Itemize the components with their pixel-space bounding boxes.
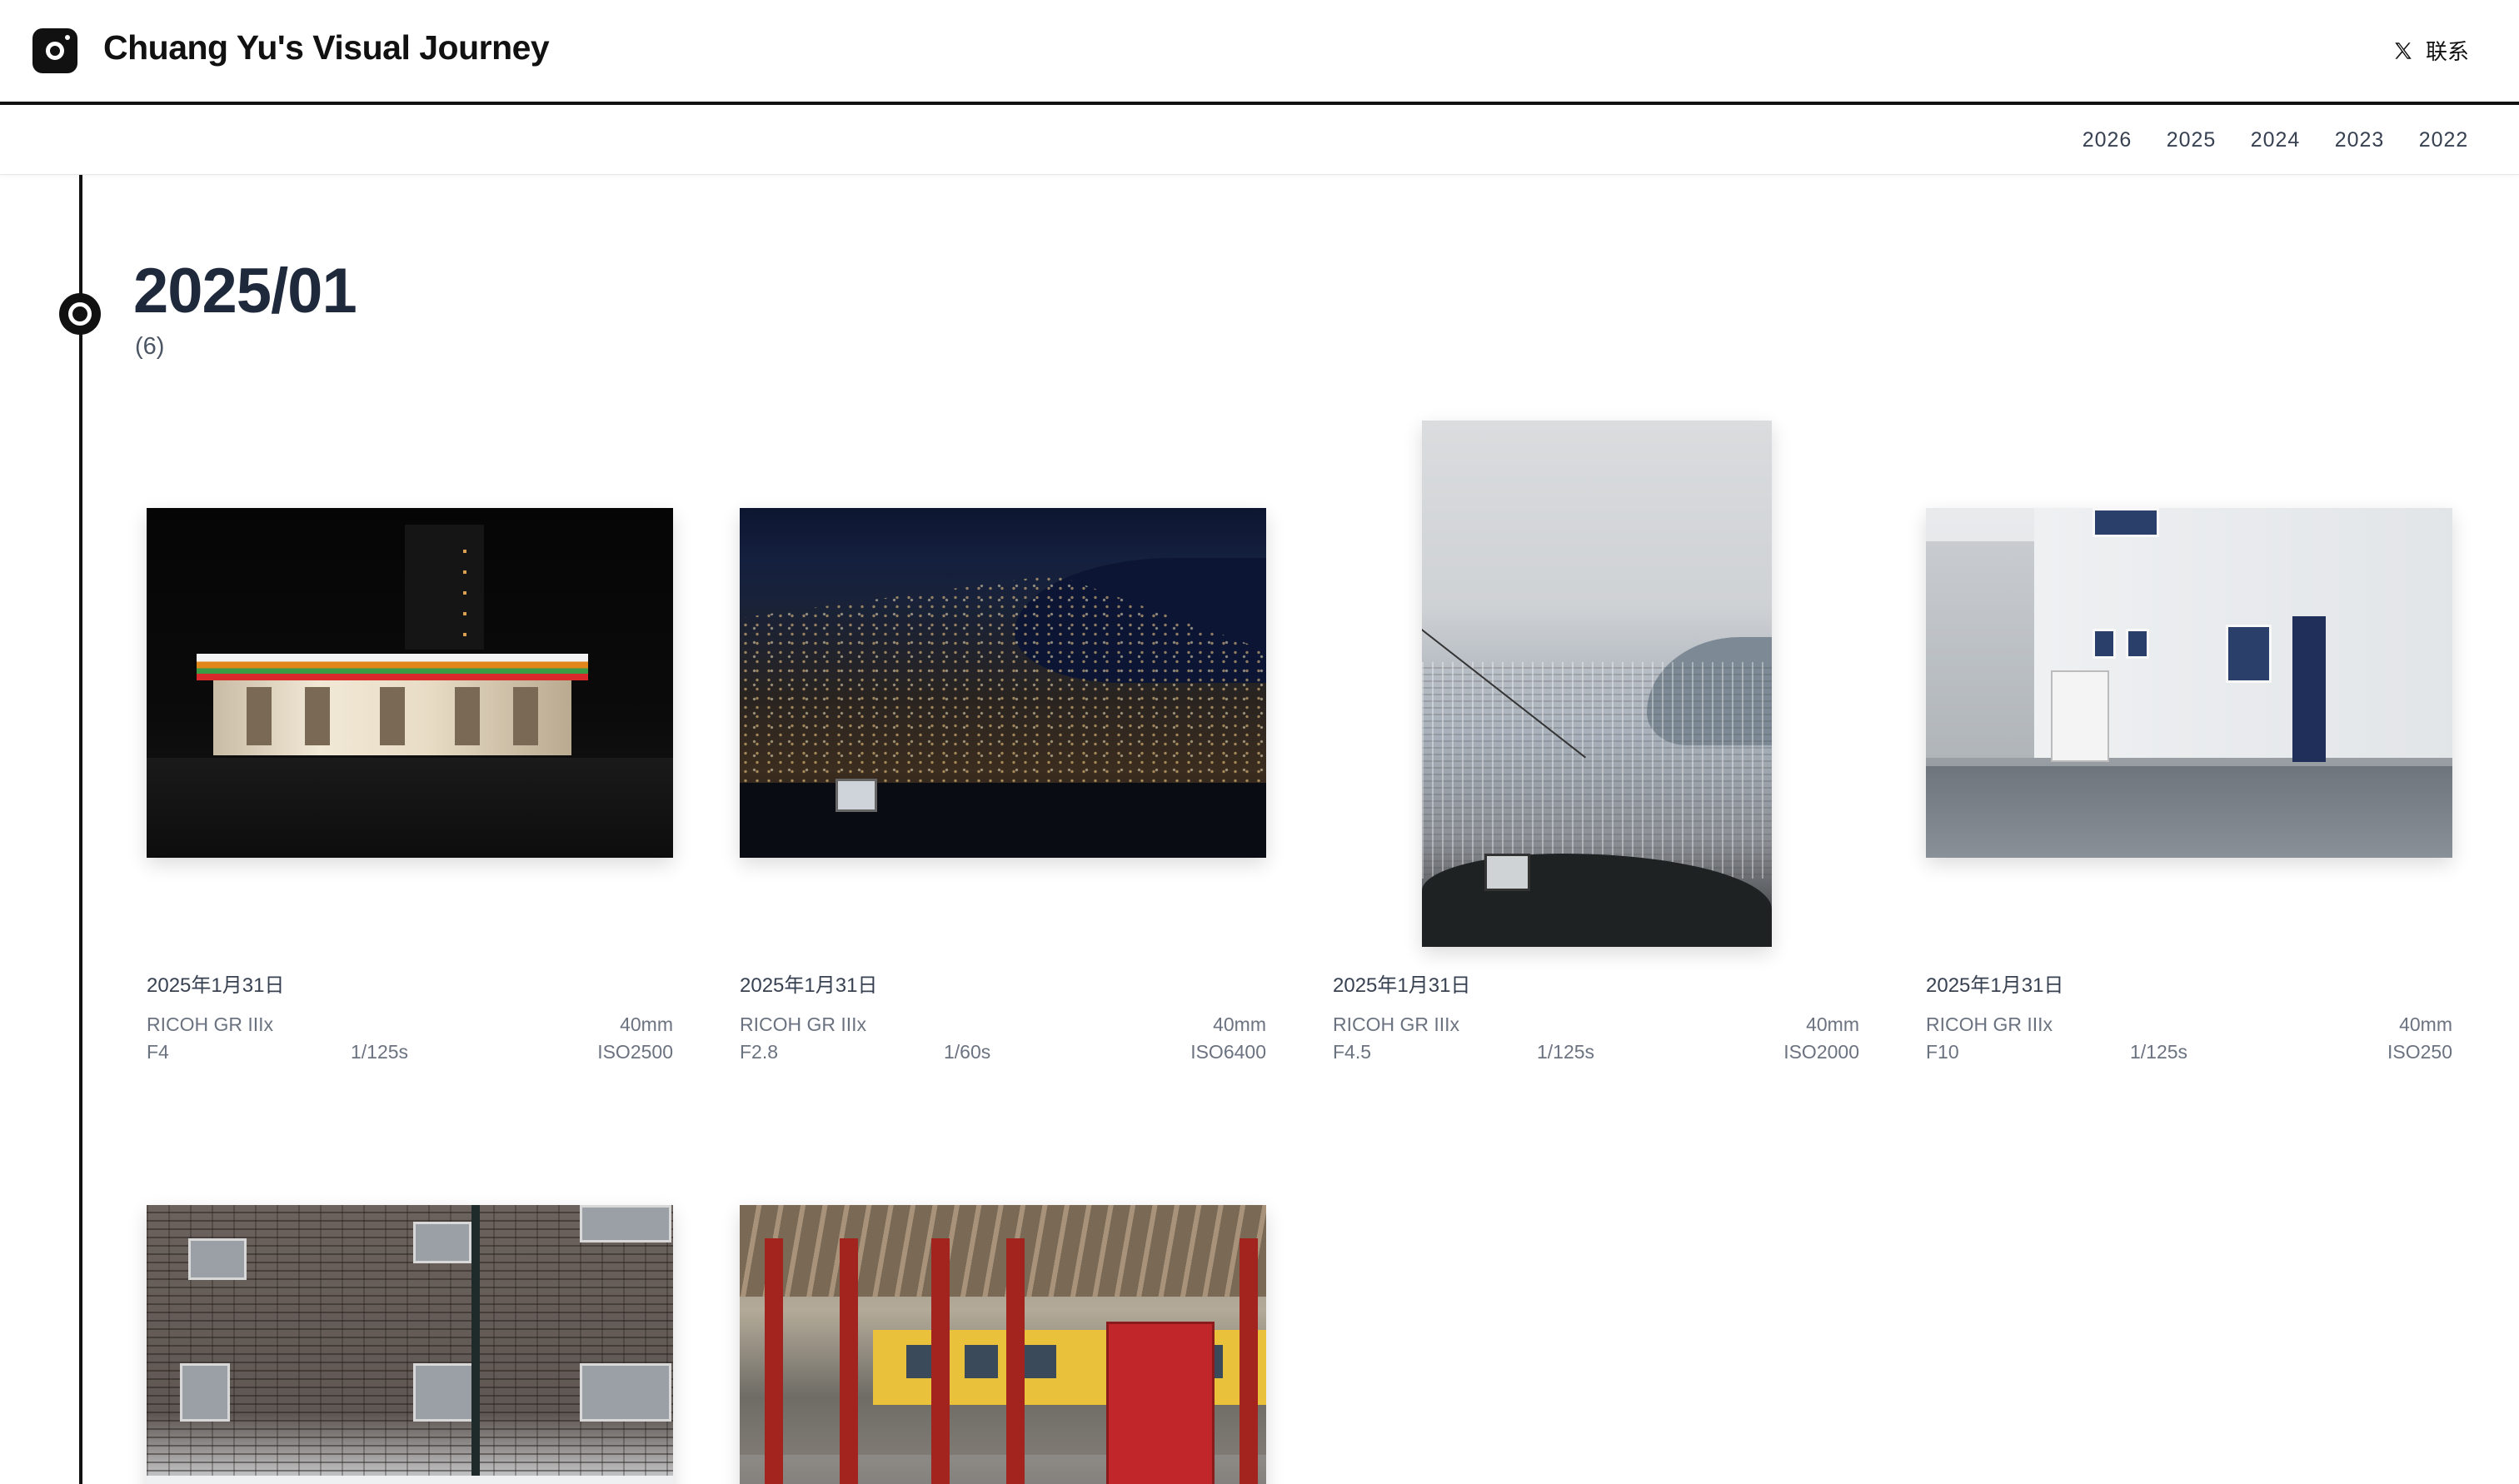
year-link-2024[interactable]: 2024 (2233, 128, 2317, 152)
photo-count: (6) (135, 333, 165, 360)
timeline-line (79, 175, 82, 1484)
photo-focal: 40mm (1213, 1013, 1266, 1035)
photo-date: 2025年1月31日 (1333, 974, 1471, 997)
photo-shutter: 1/125s (2130, 1041, 2188, 1063)
year-link-2025[interactable]: 2025 (2149, 128, 2233, 152)
photo-iso: ISO2500 (597, 1041, 673, 1063)
photo-brick-building[interactable] (147, 1205, 673, 1484)
x-logo-icon (2395, 42, 2412, 59)
site-title[interactable]: Chuang Yu's Visual Journey (103, 28, 550, 67)
photo-date: 2025年1月31日 (740, 974, 878, 997)
photo-focal: 40mm (1806, 1013, 1859, 1035)
photo-date: 2025年1月31日 (1926, 974, 2064, 997)
photo-white-building[interactable] (1926, 508, 2452, 858)
photo-shutter: 1/125s (351, 1041, 409, 1063)
photo-camera: RICOH GR IIIx (147, 1013, 274, 1035)
photo-aperture: F10 (1926, 1041, 1959, 1063)
photo-aperture: F4.5 (1333, 1041, 1372, 1063)
photo-card[interactable]: 2025年1月31日 RICOH GR IIIx 40mm F4.5 1/125… (1333, 421, 1859, 1069)
photo-card[interactable]: 2025年1月31日 RICOH GR IIIx 40mm F2.8 1/60s… (740, 421, 1266, 1069)
camera-logo-icon[interactable] (32, 28, 77, 73)
photo-convenience-store[interactable] (147, 508, 673, 858)
photo-camera: RICOH GR IIIx (740, 1013, 867, 1035)
year-nav: 2026 2025 2024 2023 2022 (0, 108, 2519, 175)
timeline-node-icon (59, 293, 101, 335)
site-header: Chuang Yu's Visual Journey 联系 (0, 0, 2519, 105)
year-link-2022[interactable]: 2022 (2402, 128, 2486, 152)
photo-card[interactable]: 2025年1月31日 RICOH GR IIIx 40mm F10 1/125s… (1926, 421, 2452, 1069)
photo-train-platform[interactable] (740, 1205, 1266, 1484)
photo-shutter: 1/125s (1537, 1041, 1595, 1063)
photo-aperture: F2.8 (740, 1041, 779, 1063)
photo-camera: RICOH GR IIIx (1333, 1013, 1460, 1035)
photo-snowy-city[interactable] (1422, 421, 1772, 947)
contact-label: 联系 (2425, 39, 2469, 64)
year-link-2026[interactable]: 2026 (2065, 128, 2149, 152)
photo-night-city[interactable] (740, 508, 1266, 858)
photo-iso: ISO2000 (1783, 1041, 1859, 1063)
photo-camera: RICOH GR IIIx (1926, 1013, 2053, 1035)
photo-focal: 40mm (2399, 1013, 2452, 1035)
photo-iso: ISO6400 (1190, 1041, 1266, 1063)
photo-shutter: 1/60s (944, 1041, 991, 1063)
photo-date: 2025年1月31日 (147, 974, 285, 997)
month-title: 2025/01 (133, 256, 357, 326)
contact-link[interactable]: 联系 (2392, 35, 2469, 66)
photo-focal: 40mm (620, 1013, 673, 1035)
photo-card[interactable]: 2025年1月31日 RICOH GR IIIx 40mm F4 1/125s … (147, 421, 673, 1069)
year-link-2023[interactable]: 2023 (2317, 128, 2402, 152)
photo-iso: ISO250 (2387, 1041, 2452, 1063)
photo-aperture: F4 (147, 1041, 169, 1063)
